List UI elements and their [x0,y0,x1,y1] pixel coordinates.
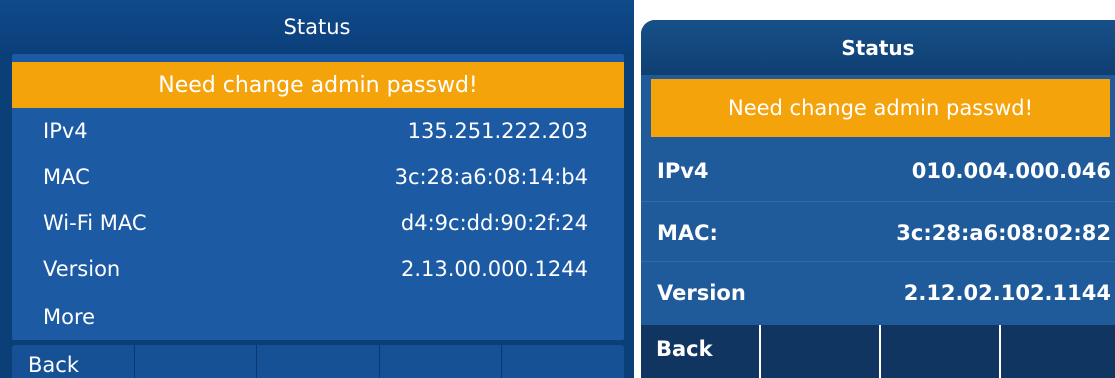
status-row-ipv4[interactable]: IPv4 010.004.000.046 [641,141,1115,201]
status-list: Need change admin passwd! IPv4 135.251.2… [12,54,624,340]
phone-status-comparison: Status Need change admin passwd! IPv4 13… [0,0,1115,378]
softkey-bar: Back [641,325,1115,378]
row-label: Wi-Fi MAC [43,211,147,235]
row-divider [641,261,1115,262]
status-row-wifi-mac[interactable]: Wi-Fi MAC d4:9c:dd:90:2f:24 [12,200,624,246]
row-value: 135.251.222.203 [407,119,588,143]
page-title: Status [0,0,634,54]
row-label: MAC [43,165,90,189]
row-value: 3c:28:a6:08:02:82 [896,221,1111,245]
back-softkey[interactable]: Back [12,345,135,378]
status-row-mac[interactable]: MAC: 3c:28:a6:08:02:82 [641,203,1115,263]
page-title: Status [641,20,1115,75]
status-row-more[interactable]: More [12,294,624,340]
row-value: 010.004.000.046 [911,159,1111,183]
row-value: 3c:28:a6:08:14:b4 [394,165,588,189]
softkey-3[interactable] [881,325,1001,378]
admin-password-warning[interactable]: Need change admin passwd! [12,62,624,108]
softkey-2[interactable] [761,325,881,378]
softkey-3[interactable] [257,345,380,378]
row-value: 2.12.02.102.1144 [903,281,1111,305]
softkey-2[interactable] [135,345,258,378]
back-softkey[interactable]: Back [641,325,761,378]
row-value: 2.13.00.000.1244 [400,257,588,281]
status-row-mac[interactable]: MAC 3c:28:a6:08:14:b4 [12,154,624,200]
softkey-4[interactable] [380,345,503,378]
row-label: More [43,305,96,329]
row-label: IPv4 [657,159,709,183]
row-value: d4:9c:dd:90:2f:24 [400,211,588,235]
status-row-ipv4[interactable]: IPv4 135.251.222.203 [12,108,624,154]
row-label: MAC: [657,221,718,245]
softkey-bar: Back [12,345,624,378]
right-phone-screen: Status Need change admin passwd! IPv4 01… [641,20,1115,378]
row-label: Version [43,257,121,281]
row-divider [641,201,1115,202]
status-row-version[interactable]: Version 2.12.02.102.1144 [641,263,1115,323]
softkey-5[interactable] [502,345,624,378]
status-row-version[interactable]: Version 2.13.00.000.1244 [12,246,624,292]
admin-password-warning[interactable]: Need change admin passwd! [651,79,1110,137]
status-list: Need change admin passwd! IPv4 010.004.0… [641,75,1115,338]
row-label: IPv4 [43,119,88,143]
row-label: Version [657,281,746,305]
softkey-4[interactable] [1001,325,1115,378]
left-phone-screen: Status Need change admin passwd! IPv4 13… [0,0,634,378]
